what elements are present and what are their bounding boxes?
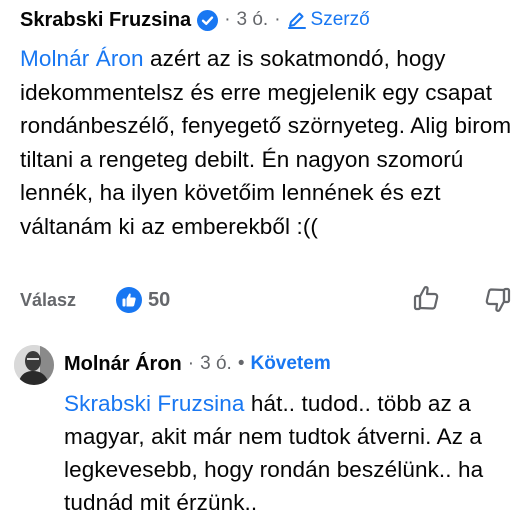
like-button[interactable] — [412, 283, 442, 318]
author-role-label: Szerző — [310, 9, 370, 30]
comment-text-body: azért az is sokatmondó, hogy idekommente… — [20, 46, 512, 239]
like-reaction-icon — [116, 287, 143, 313]
comment-time[interactable]: 3 ó. — [200, 353, 232, 375]
follow-button[interactable]: Követem — [250, 353, 330, 375]
comment-author[interactable]: Skrabski Fruzsina — [20, 9, 191, 32]
reply-button[interactable]: Válasz — [20, 290, 76, 311]
comment-header: Molnár Áron · 3 ó. • Követem — [64, 345, 524, 383]
thumbs-up-icon — [413, 286, 439, 311]
separator-dot: · — [224, 9, 231, 30]
dislike-button[interactable] — [482, 285, 512, 320]
comment-body-wrapper: Molnár Áron · 3 ó. • Követem Skrabski Fr… — [64, 345, 524, 519]
separator-dot: • — [237, 353, 245, 374]
comment-text: Molnár Áron azért az is sokatmondó, hogy… — [20, 42, 515, 243]
comment-author[interactable]: Molnár Áron — [64, 353, 182, 376]
separator-dot: · — [274, 9, 281, 30]
thumbs-down-icon — [485, 287, 511, 312]
mention-link[interactable]: Molnár Áron — [20, 46, 144, 71]
comment-skrabski: Skrabski Fruzsina · 3 ó. · Szerző Molnár… — [20, 0, 520, 313]
author-role-badge: Szerző — [287, 9, 370, 31]
comment-time[interactable]: 3 ó. — [237, 9, 269, 31]
reaction-summary[interactable]: 50 — [116, 287, 170, 313]
separator-dot: · — [187, 353, 195, 374]
comment-text: Skrabski Fruzsina hát.. tudod.. több az … — [64, 387, 519, 519]
comment-header: Skrabski Fruzsina · 3 ó. · Szerző — [20, 0, 520, 40]
pencil-icon — [287, 12, 306, 29]
like-count: 50 — [148, 288, 171, 311]
mention-link[interactable]: Skrabski Fruzsina — [64, 391, 245, 416]
comment-actions: Válasz 50 — [20, 283, 520, 317]
avatar[interactable] — [14, 345, 54, 385]
verified-badge-icon — [197, 9, 219, 31]
